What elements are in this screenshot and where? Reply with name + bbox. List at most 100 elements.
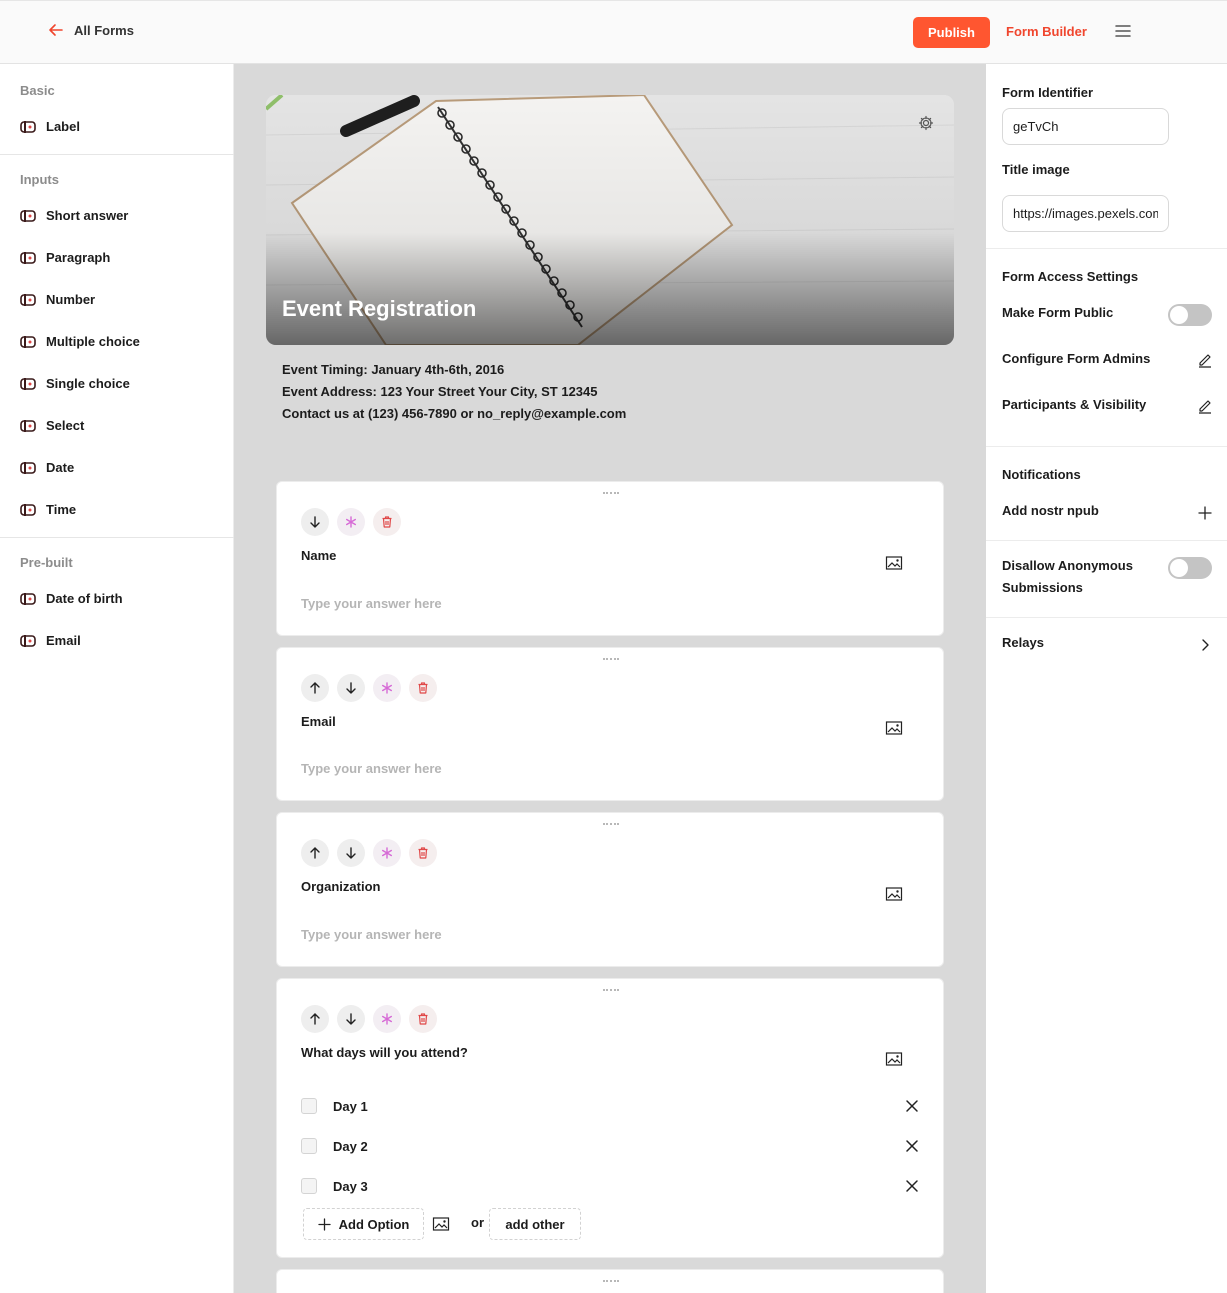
close-icon[interactable] (905, 1099, 919, 1113)
palette-item-short-answer[interactable]: Short answer (20, 208, 128, 223)
palette-item-date-of-birth[interactable]: Date of birth (20, 591, 123, 606)
option-checkbox[interactable] (301, 1178, 317, 1194)
form-identifier-input[interactable] (1002, 108, 1169, 145)
palette-item-text: Number (46, 292, 96, 307)
notifications-title: Notifications (1002, 467, 1081, 482)
gear-icon[interactable] (918, 115, 934, 131)
delete-question-button[interactable] (409, 839, 437, 867)
palette-item-text: Short answer (46, 208, 129, 223)
image-icon[interactable] (885, 886, 903, 902)
relays-label[interactable]: Relays (1002, 635, 1044, 650)
palette-item-multiple-choice[interactable]: Multiple choice (20, 334, 140, 349)
required-toggle-button[interactable] (337, 508, 365, 536)
palette-item-text: Paragraph (46, 250, 111, 265)
required-toggle-button[interactable] (373, 674, 401, 702)
field-palette-sidebar: Basic Label Inputs Short answer Paragrap… (0, 64, 234, 1293)
drag-handle[interactable] (603, 1280, 619, 1283)
move-down-button[interactable] (301, 508, 329, 536)
prebuilt-section-title: Pre-built (20, 555, 73, 570)
palette-item-time[interactable]: Time (20, 502, 76, 517)
option-label[interactable]: Day 3 (333, 1179, 368, 1194)
question-card[interactable]: Email Type your answer here (276, 647, 944, 801)
palette-item-text: Time (46, 502, 77, 517)
move-up-button[interactable] (301, 1005, 329, 1033)
add-npub-label: Add nostr npub (1002, 503, 1099, 518)
hamburger-icon[interactable] (1114, 23, 1132, 39)
image-icon[interactable] (885, 1051, 903, 1067)
drag-handle[interactable] (603, 658, 619, 661)
trash-icon (382, 516, 392, 528)
question-label[interactable]: What days will you attend? (301, 1045, 468, 1060)
title-image-input[interactable] (1002, 195, 1169, 232)
delete-question-button[interactable] (409, 1005, 437, 1033)
drag-handle[interactable] (603, 492, 619, 495)
delete-question-button[interactable] (409, 674, 437, 702)
add-option-button[interactable]: Add Option (303, 1208, 424, 1240)
pencil-icon[interactable] (1197, 352, 1213, 368)
question-card[interactable]: What days will you attend? Day 1 Day 2 D… (276, 978, 944, 1258)
field-type-icon (20, 634, 36, 647)
add-other-button[interactable]: add other (489, 1208, 581, 1240)
field-type-icon (20, 461, 36, 474)
answer-placeholder: Type your answer here (301, 596, 442, 611)
question-label[interactable]: Organization (301, 879, 380, 894)
make-public-toggle[interactable] (1168, 304, 1212, 326)
drag-handle[interactable] (603, 989, 619, 992)
publish-button[interactable]: Publish (913, 17, 990, 48)
disallow-anonymous-toggle[interactable] (1168, 557, 1212, 579)
move-up-button[interactable] (301, 839, 329, 867)
plus-icon[interactable] (1197, 505, 1213, 521)
back-label: All Forms (74, 22, 134, 38)
question-label[interactable]: Name (301, 548, 336, 563)
arrow-up-icon (310, 682, 320, 694)
image-icon[interactable] (885, 720, 903, 736)
delete-question-button[interactable] (373, 508, 401, 536)
move-up-button[interactable] (301, 674, 329, 702)
close-icon[interactable] (905, 1139, 919, 1153)
arrow-down-icon (310, 516, 320, 528)
image-icon[interactable] (885, 555, 903, 571)
inputs-section-title: Inputs (20, 172, 59, 187)
option-checkbox[interactable] (301, 1098, 317, 1114)
question-label[interactable]: Email (301, 714, 336, 729)
add-option-label: Add Option (338, 1216, 410, 1232)
palette-item-email[interactable]: Email (20, 633, 81, 648)
form-builder-tab[interactable]: Form Builder (1006, 24, 1087, 39)
question-card[interactable] (276, 1269, 944, 1293)
palette-item-select[interactable]: Select (20, 418, 84, 433)
drag-handle[interactable] (603, 823, 619, 826)
trash-icon (418, 682, 428, 694)
field-type-icon (20, 419, 36, 432)
arrow-left-icon (49, 24, 63, 36)
field-type-icon (20, 251, 36, 264)
palette-item-text: Date of birth (46, 591, 123, 606)
palette-item-date[interactable]: Date (20, 460, 74, 475)
move-down-button[interactable] (337, 674, 365, 702)
form-title[interactable]: Event Registration (282, 296, 476, 322)
option-label[interactable]: Day 1 (333, 1099, 368, 1114)
option-label[interactable]: Day 2 (333, 1139, 368, 1154)
required-toggle-button[interactable] (373, 839, 401, 867)
palette-item-single-choice[interactable]: Single choice (20, 376, 130, 391)
field-type-icon (20, 335, 36, 348)
option-row: Day 3 (301, 1178, 368, 1194)
move-down-button[interactable] (337, 1005, 365, 1033)
question-card[interactable]: Name Type your answer here (276, 481, 944, 636)
trash-icon (418, 1013, 428, 1025)
form-description-line: Event Address: 123 Your Street Your City… (282, 384, 598, 399)
question-card[interactable]: Organization Type your answer here (276, 812, 944, 967)
form-description-line: Contact us at (123) 456-7890 or no_reply… (282, 406, 627, 421)
arrow-down-icon (346, 847, 356, 859)
required-toggle-button[interactable] (373, 1005, 401, 1033)
option-checkbox[interactable] (301, 1138, 317, 1154)
image-icon[interactable] (432, 1216, 450, 1232)
chevron-right-icon[interactable] (1197, 637, 1213, 653)
move-down-button[interactable] (337, 839, 365, 867)
back-to-all-forms-link[interactable]: All Forms (48, 22, 134, 38)
palette-item-paragraph[interactable]: Paragraph (20, 250, 110, 265)
field-type-icon (20, 592, 36, 605)
pencil-icon[interactable] (1197, 398, 1213, 414)
close-icon[interactable] (905, 1179, 919, 1193)
palette-item-label[interactable]: Label (20, 119, 80, 134)
palette-item-number[interactable]: Number (20, 292, 95, 307)
